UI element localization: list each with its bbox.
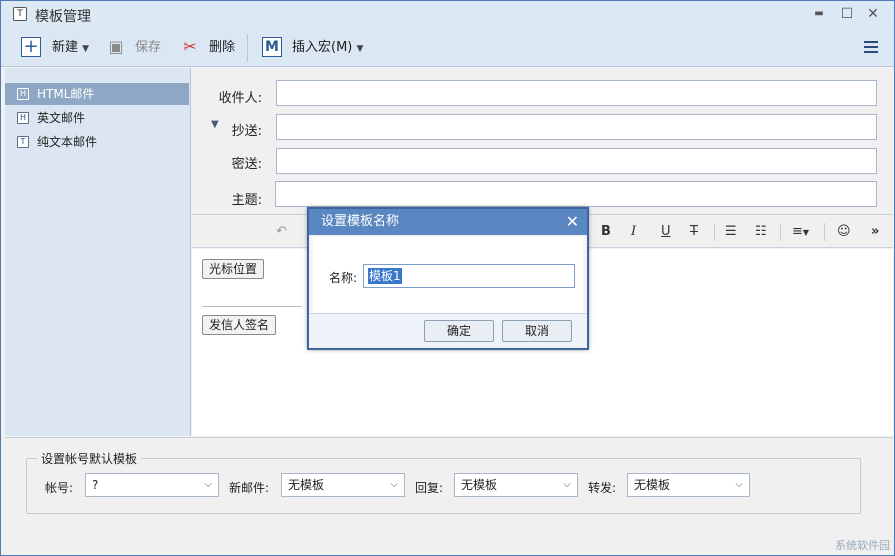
cancel-button[interactable]: 取消 [502,320,572,342]
dialog-close-icon[interactable]: ✕ [566,209,579,235]
numbered-list-icon[interactable]: ☷ [755,224,767,239]
title-bar: T 模板管理 ▬ ☐ ✕ [1,1,894,29]
forward-label: 转发: [588,481,617,495]
template-tree: H HTML邮件 H 英文邮件 T 纯文本邮件 [5,68,191,436]
template-name-value: 模板1 [368,268,402,284]
delete-button[interactable]: 删除 [209,37,235,59]
group-title: 设置帐号默认模板 [37,450,142,467]
to-input[interactable] [276,80,877,106]
subject-input[interactable] [275,181,877,207]
underline-icon[interactable]: U [661,224,671,239]
template-name-input[interactable]: 模板1 [363,264,575,288]
editor-toolbar-divider [824,223,825,241]
subject-label: 主题: [231,193,262,208]
new-button[interactable]: 新建 ▼ [52,37,89,59]
insert-macro-label: 插入宏(M) [292,40,353,55]
signature-button[interactable]: 发信人签名 [202,315,277,335]
italic-icon[interactable]: I [631,224,636,239]
app-icon: T [13,7,27,21]
new-mail-template-select[interactable]: 无模板 ⌵ [281,473,405,497]
chevron-down-icon: ▼ [356,44,364,54]
separator-line [202,306,302,307]
chevron-down-icon: ⌵ [735,479,743,490]
plus-icon[interactable]: + [21,37,41,57]
html-template-icon: H [17,112,29,124]
cc-input[interactable] [276,114,877,140]
strikethrough-icon[interactable]: T [690,224,698,239]
tree-item-label: 纯文本邮件 [37,135,98,149]
name-label: 名称: [329,271,358,285]
chevron-down-icon: ▼ [82,44,90,54]
tree-item-html-mail[interactable]: H HTML邮件 [5,83,189,105]
tree-item-label: 英文邮件 [37,111,86,125]
chevron-down-icon: ⌵ [563,479,571,490]
dialog-title: 设置模板名称 [321,214,400,229]
reply-template-select[interactable]: 无模板 ⌵ [454,473,578,497]
menu-icon[interactable] [864,41,878,53]
bcc-input[interactable] [276,148,877,174]
chevron-down-icon: ⌵ [204,479,212,490]
bcc-label: 密送: [231,157,262,172]
tree-item-english-mail[interactable]: H 英文邮件 [5,107,189,129]
ok-button[interactable]: 确定 [424,320,494,342]
save-icon: ▣ [108,37,124,56]
macro-icon[interactable]: M [262,37,282,57]
maximize-button[interactable]: ☐ [835,3,859,25]
tree-item-label: HTML邮件 [37,87,95,101]
account-label: 帐号: [45,481,74,495]
cc-label: 抄送: [231,124,262,139]
minimize-button[interactable]: ▬ [807,3,831,25]
new-mail-label: 新邮件: [229,481,270,495]
new-label: 新建 [52,40,79,55]
editor-toolbar-divider [780,223,781,241]
reply-label: 回复: [415,481,444,495]
bullet-list-icon[interactable]: ☰ [725,224,737,239]
header-form: 收件人: ▼ 抄送: 密送: 主题: [192,68,893,214]
dialog-footer: 确定 取消 [309,313,587,348]
window-title: 模板管理 [35,9,91,25]
emoji-icon[interactable]: ☺ [837,224,851,239]
account-value: ? [92,478,99,492]
dialog-body: 名称: 模板1 [313,237,583,313]
bold-icon[interactable]: B [601,224,611,239]
template-manager-window: T 模板管理 ▬ ☐ ✕ + 新建 ▼ ▣ 保存 ✂ 删除 M 插入宏(M) ▼… [0,0,895,556]
more-icon[interactable]: » [871,224,879,239]
align-icon[interactable]: ≡▼ [792,224,809,239]
toolbar: + 新建 ▼ ▣ 保存 ✂ 删除 M 插入宏(M) ▼ [1,29,894,67]
undo-icon[interactable]: ↶ [276,224,287,239]
forward-template-select[interactable]: 无模板 ⌵ [627,473,750,497]
default-template-panel: 设置帐号默认模板 帐号: ? ⌵ 新邮件: 无模板 ⌵ 回复: 无模板 ⌵ 转发… [5,437,893,553]
tree-item-plain-text-mail[interactable]: T 纯文本邮件 [5,131,189,153]
forward-value: 无模板 [634,478,671,492]
cursor-position-button[interactable]: 光标位置 [202,259,265,279]
chevron-down-icon: ⌵ [390,479,398,490]
watermark-text: 系统软件园 [835,539,890,552]
html-template-icon: H [17,88,29,100]
dialog-title-bar: 设置模板名称 ✕ [309,209,587,235]
new-mail-value: 无模板 [288,478,325,492]
set-template-name-dialog: 设置模板名称 ✕ 名称: 模板1 确定 取消 [307,207,589,350]
account-select[interactable]: ? ⌵ [85,473,219,497]
to-label: 收件人: [218,91,262,106]
insert-macro-button[interactable]: 插入宏(M) ▼ [292,37,363,59]
delete-icon[interactable]: ✂ [179,36,201,58]
save-button[interactable]: 保存 [135,37,161,59]
editor-toolbar-divider [714,223,715,241]
toolbar-divider [247,34,248,62]
reply-value: 无模板 [461,478,498,492]
text-template-icon: T [17,136,29,148]
close-button[interactable]: ✕ [861,3,885,25]
